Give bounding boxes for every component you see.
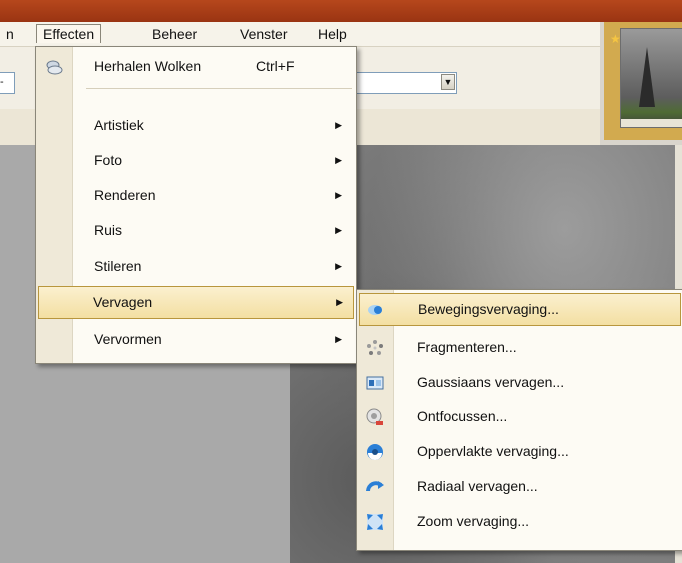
effects-menu: Herhalen Wolken Ctrl+F Artistiek ▶ Foto … xyxy=(35,46,357,364)
title-bar xyxy=(0,0,682,22)
radial-blur-icon xyxy=(366,481,384,492)
surface-blur-icon xyxy=(367,444,383,460)
menu-item-label: Stileren xyxy=(94,258,142,274)
blur-submenu: Bewegingsvervaging... Fragmenteren... Ga… xyxy=(356,289,682,551)
chevron-right-icon: ▶ xyxy=(335,190,342,200)
menu-item-label: Zoom vervaging... xyxy=(417,513,530,529)
chevron-right-icon: ▶ xyxy=(335,155,342,165)
toolbar-dropdown[interactable]: ▼ xyxy=(355,72,457,94)
menu-item-gaussian-blur[interactable]: Gaussiaans vervagen... xyxy=(359,367,681,398)
thumbnail-strip xyxy=(621,119,682,127)
menu-item-label: Herhalen Wolken xyxy=(94,58,202,74)
chevron-right-icon: ▶ xyxy=(335,120,342,130)
menu-bar: n Effecten Beheer Venster Help xyxy=(0,22,600,47)
chevron-right-icon: ▶ xyxy=(336,297,343,307)
chevron-right-icon: ▶ xyxy=(335,261,342,271)
gaussian-blur-icon xyxy=(366,376,384,390)
menu-item-label: Ontfocussen... xyxy=(417,408,508,424)
menu-item-fragment[interactable]: Fragmenteren... xyxy=(359,332,681,363)
chevron-right-icon: ▶ xyxy=(335,334,342,344)
menu-manage[interactable]: Beheer xyxy=(148,25,201,43)
menu-item-label: Artistiek xyxy=(94,117,144,133)
menu-item-label: Ruis xyxy=(94,222,123,238)
menu-item-unfocus[interactable]: Ontfocussen... xyxy=(359,401,681,432)
menu-item-artistic[interactable]: Artistiek ▶ xyxy=(38,110,354,141)
chevron-right-icon: ▶ xyxy=(335,225,342,235)
menu-effects[interactable]: Effecten xyxy=(36,24,102,43)
menu-item-blur[interactable]: Vervagen ▶ xyxy=(38,286,354,319)
menu-item-repeat-clouds[interactable]: Herhalen Wolken Ctrl+F xyxy=(38,51,354,82)
unfocus-icon xyxy=(366,408,383,425)
menu-separator xyxy=(86,88,352,89)
menu-item-label: Gaussiaans vervagen... xyxy=(417,374,565,390)
menu-item-stylize[interactable]: Stileren ▶ xyxy=(38,251,354,282)
menu-item-surface-blur[interactable]: Oppervlakte vervaging... xyxy=(359,436,681,467)
menu-item-render[interactable]: Renderen ▶ xyxy=(38,180,354,211)
thumbnail-image xyxy=(620,28,682,128)
chevron-down-icon[interactable]: ▼ xyxy=(441,74,455,90)
menu-item-label: Bewegingsvervaging... xyxy=(418,301,559,317)
zoom-blur-icon xyxy=(367,514,383,530)
shortcut-label: Ctrl+F xyxy=(256,58,295,74)
menu-item-label: Radiaal vervagen... xyxy=(417,478,538,494)
menu-window[interactable]: Venster xyxy=(236,25,291,43)
menu-item-motion-blur[interactable]: Bewegingsvervaging... xyxy=(359,293,681,326)
menu-item-radial-blur[interactable]: Radiaal vervagen... xyxy=(359,471,681,502)
tool-combo-left[interactable]: - xyxy=(0,72,15,94)
menu-item-zoom-blur[interactable]: Zoom vervaging... xyxy=(359,506,681,537)
fragment-icon xyxy=(367,340,383,355)
menu-item-label: Vervormen xyxy=(94,331,162,347)
eiffel-tower-shape xyxy=(639,47,655,107)
menu-item-photo[interactable]: Foto ▶ xyxy=(38,145,354,176)
motion-blur-icon xyxy=(368,305,382,315)
menu-item-label: Oppervlakte vervaging... xyxy=(417,443,569,459)
menu-item-noise[interactable]: Ruis ▶ xyxy=(38,215,354,246)
menu-image[interactable]: n xyxy=(2,25,18,43)
menu-item-label: Foto xyxy=(94,152,123,168)
image-thumbnail[interactable]: ★ xyxy=(604,22,682,140)
menu-item-distort[interactable]: Vervormen ▶ xyxy=(38,324,354,355)
clouds-icon xyxy=(46,60,63,75)
menu-item-label: Vervagen xyxy=(93,294,153,310)
menu-item-label: Fragmenteren... xyxy=(417,339,517,355)
menu-item-label: Renderen xyxy=(94,187,156,203)
menu-help[interactable]: Help xyxy=(314,25,351,43)
